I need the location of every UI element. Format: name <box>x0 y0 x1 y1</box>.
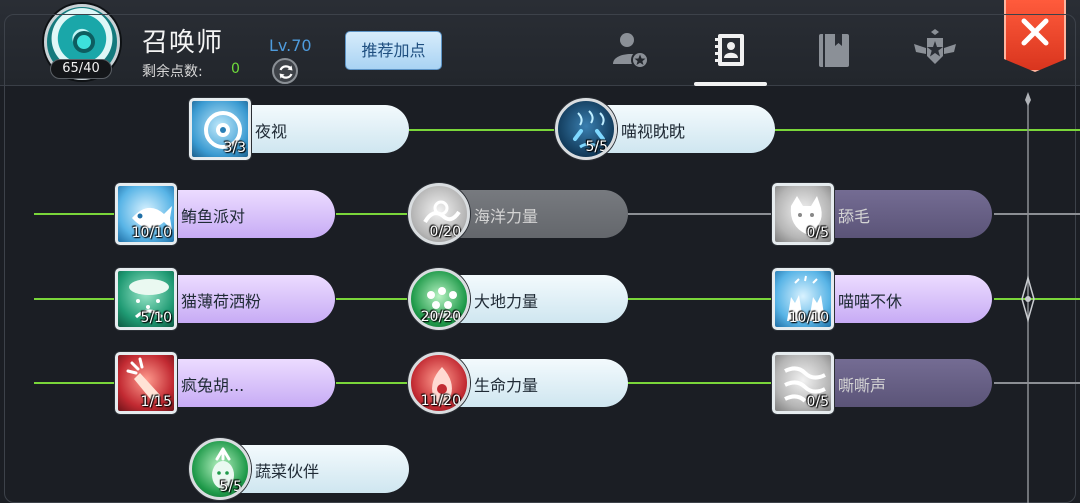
rank-badge-tab[interactable] <box>912 28 958 74</box>
remaining-points-value: 0 <box>231 61 240 77</box>
refresh-icon <box>279 65 293 79</box>
skill-node[interactable]: 夜视 3/3 <box>189 98 409 160</box>
sea-swirl-icon: 0/20 <box>408 183 470 245</box>
skill-node[interactable]: 蔬菜伙伴 5/5 <box>189 438 409 500</box>
skill-count: 1/15 <box>140 394 172 410</box>
hissing-cat-icon: 0/5 <box>772 352 834 414</box>
skill-count: 5/10 <box>140 310 172 326</box>
skill-name: 生命力量 <box>474 376 539 395</box>
contact-book-icon <box>715 34 744 66</box>
skill-node[interactable]: 猫薄荷洒粉 5/10 <box>115 268 335 330</box>
skill-count: 5/5 <box>219 479 242 495</box>
skill-count: 0/5 <box>806 394 829 410</box>
skill-name: 喵喵不休 <box>838 292 903 311</box>
skill-name: 大地力量 <box>474 292 539 311</box>
skill-tree: 夜视 3/3 喵视眈眈 5/5 鲔鱼派对 10/10 海洋力量 0/20 舔毛 <box>14 88 1080 503</box>
skill-count: 3/3 <box>223 140 246 156</box>
person-star-icon <box>613 33 649 69</box>
skill-name: 嘶嘶声 <box>838 376 887 395</box>
vegetable-buddy-icon: 5/5 <box>189 438 251 500</box>
skill-node[interactable]: 喵喵不休 10/10 <box>772 268 992 330</box>
skill-name: 海洋力量 <box>474 207 539 226</box>
skill-count: 11/20 <box>420 393 461 409</box>
skill-name: 舔毛 <box>838 207 871 226</box>
close-button[interactable] <box>1004 0 1066 72</box>
skill-node[interactable]: 海洋力量 0/20 <box>408 183 628 245</box>
skill-count: 0/20 <box>429 224 461 240</box>
summoner-header: 65/40 召唤师 剩余点数: 0 Lv.70 推荐加点 <box>0 0 1080 86</box>
active-tab-underline <box>694 82 767 86</box>
life-spirit-icon: 11/20 <box>408 352 470 414</box>
skill-node[interactable]: 舔毛 0/5 <box>772 183 992 245</box>
class-title: 召唤师 <box>142 28 224 58</box>
cats-chatter-icon: 10/10 <box>772 268 834 330</box>
crazy-carrot-icon: 1/15 <box>115 352 177 414</box>
cat-grooming-icon: 0/5 <box>772 183 834 245</box>
remaining-points-label: 剩余点数: <box>142 64 203 80</box>
skill-node[interactable]: 鲔鱼派对 10/10 <box>115 183 335 245</box>
level-text: Lv.70 <box>269 36 312 55</box>
winged-star-badge-icon <box>914 29 956 64</box>
clock-eye-icon: 3/3 <box>189 98 251 160</box>
tuna-fish-icon: 10/10 <box>115 183 177 245</box>
bookmarked-book-icon <box>819 34 849 67</box>
contacts-book-tab[interactable] <box>708 28 754 74</box>
reset-points-button[interactable] <box>272 58 298 84</box>
skill-count: 20/20 <box>420 309 461 325</box>
skill-node[interactable]: 疯兔胡... 1/15 <box>115 352 335 414</box>
earth-sprouts-icon: 20/20 <box>408 268 470 330</box>
skill-node[interactable]: 嘶嘶声 0/5 <box>772 352 992 414</box>
skill-name: 蔬菜伙伴 <box>255 462 320 481</box>
close-x-icon <box>1021 18 1049 46</box>
skill-count: 10/10 <box>788 310 829 326</box>
skill-count: 0/5 <box>806 225 829 241</box>
recommend-allocation-button[interactable]: 推荐加点 <box>345 31 442 70</box>
skill-name: 猫薄荷洒粉 <box>181 292 262 311</box>
catnip-sprinkle-icon: 5/10 <box>115 268 177 330</box>
player-profile-tab[interactable] <box>608 28 654 74</box>
skill-count: 10/10 <box>131 225 172 241</box>
skill-node[interactable]: 喵视眈眈 5/5 <box>555 98 775 160</box>
skill-node[interactable]: 生命力量 11/20 <box>408 352 628 414</box>
angry-cat-face-icon: 5/5 <box>555 98 617 160</box>
bookmark-book-tab[interactable] <box>811 28 857 74</box>
skill-count: 5/5 <box>585 139 608 155</box>
skill-name: 夜视 <box>255 122 288 141</box>
emblem-counter: 65/40 <box>50 59 112 79</box>
skill-name: 疯兔胡... <box>181 376 245 395</box>
skill-name: 喵视眈眈 <box>621 122 686 141</box>
skill-node[interactable]: 大地力量 20/20 <box>408 268 628 330</box>
skill-name: 鲔鱼派对 <box>181 207 246 226</box>
